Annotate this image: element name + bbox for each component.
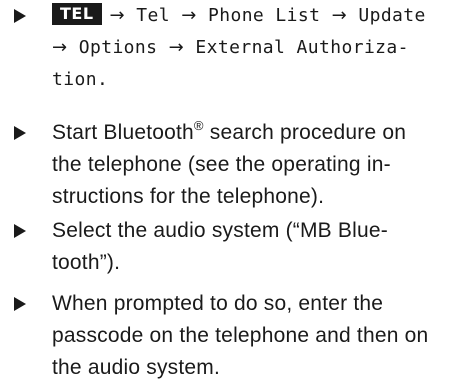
step-2-line-1-rest: search procedure on — [203, 121, 407, 144]
step-3-line-1: Select the audio system (“MB Blue- — [52, 219, 388, 242]
step-1-menu-path: TEL → Tel → Phone List → Update → Options… — [52, 0, 462, 96]
arrow-right-icon: → — [52, 37, 68, 58]
step-3-text: Select the audio system (“MB Blue- tooth… — [52, 215, 462, 279]
menu-path-item: External Authoriza- — [195, 37, 409, 58]
step-2-line-2: the telephone (see the operating in- — [52, 153, 391, 176]
step-4-line-2: passcode on the telephone and then on — [52, 324, 429, 347]
step-4-text: When prompted to do so, enter the passco… — [52, 288, 462, 384]
registered-mark: ® — [193, 118, 204, 133]
arrow-right-icon: → — [181, 5, 197, 26]
menu-path-item: Update — [358, 5, 426, 26]
step-1-line-1: TEL → Tel → Phone List → Update — [52, 0, 462, 32]
step-2-line-1: Start Bluetooth® search procedure on — [52, 117, 462, 149]
arrow-right-icon: → — [331, 5, 348, 26]
step-4-line-3: the audio system. — [52, 356, 220, 379]
triangle-bullet-icon — [14, 9, 26, 23]
step-2-text: Start Bluetooth® search procedure on the… — [52, 117, 462, 213]
tel-key-badge: TEL — [52, 3, 102, 25]
triangle-bullet-icon — [14, 224, 26, 238]
step-3-line-2: tooth”). — [52, 251, 121, 274]
step-2-bluetooth-text: Start Bluetooth — [52, 121, 194, 144]
menu-path-item: tion — [52, 69, 97, 90]
step-1-line-3: tion. — [52, 64, 462, 96]
triangle-bullet-icon — [14, 126, 26, 140]
arrow-right-icon: → — [168, 37, 185, 58]
menu-path-item: Phone List — [207, 5, 321, 26]
menu-path-item: Options — [78, 37, 158, 58]
step-2-line-3: structions for the telephone). — [52, 185, 325, 208]
step-1-line-2: → Options → External Authoriza- — [52, 32, 462, 64]
step-4-line-1: When prompted to do so, enter the — [52, 292, 384, 315]
menu-path-item: Tel — [136, 5, 170, 26]
step-1-terminal: . — [96, 69, 109, 90]
arrow-right-icon: → — [109, 5, 126, 26]
triangle-bullet-icon — [14, 297, 26, 311]
